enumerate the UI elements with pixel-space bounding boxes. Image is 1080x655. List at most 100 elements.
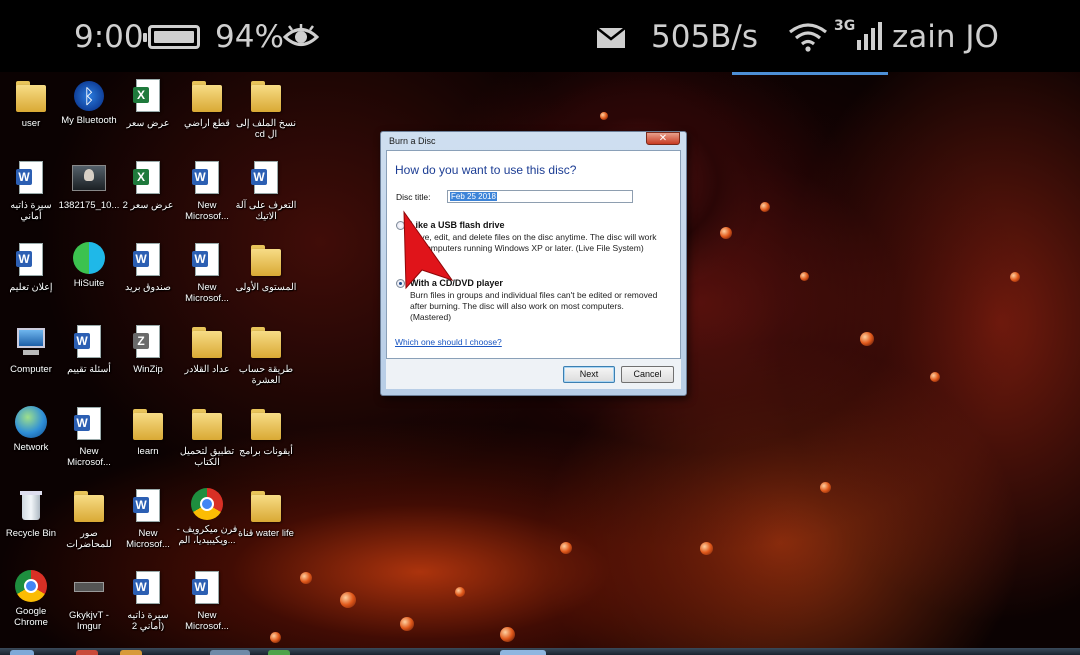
- desktop-icon-first-level[interactable]: المستوى الأولى: [235, 242, 297, 293]
- desktop-icon-water-life[interactable]: قناة water life: [235, 488, 297, 539]
- cd-option-description: Burn files in groups and individual file…: [410, 290, 658, 322]
- water-drop: [600, 112, 608, 120]
- folder-icon: [248, 488, 284, 524]
- desktop-icon-computer[interactable]: Computer: [0, 324, 62, 375]
- desktop-icon-lecture-photos[interactable]: صور للمحاضرات: [58, 488, 120, 550]
- winzip-icon: [130, 324, 166, 360]
- water-drop: [300, 572, 312, 584]
- desktop-icon-recycle-bin[interactable]: Recycle Bin: [0, 488, 62, 539]
- folder-icon: [189, 324, 225, 360]
- desktop-icon-envelope-counter[interactable]: عداد القلادر: [176, 324, 238, 375]
- desktop-icon-imgur[interactable]: GkykjvT - Imgur: [58, 570, 120, 632]
- water-drop: [800, 272, 809, 281]
- desktop-icon-hisuite[interactable]: HiSuite: [58, 242, 120, 289]
- dialog-footer: Next Cancel: [386, 359, 681, 389]
- desktop-icon-mailbox[interactable]: صندوق بريد: [117, 242, 179, 293]
- close-button[interactable]: ✕: [646, 132, 680, 145]
- water-drop: [560, 542, 572, 554]
- wifi-icon: [789, 23, 827, 52]
- taskbar-app[interactable]: [268, 650, 290, 655]
- dialog-heading: How do you want to use this disc?: [395, 163, 577, 177]
- taskbar-app[interactable]: [210, 650, 250, 655]
- word-doc-icon: [130, 570, 166, 606]
- mail-icon: [596, 27, 626, 48]
- desktop-icon-program-icons[interactable]: أيقونات برامج: [235, 406, 297, 457]
- folder-icon: [248, 324, 284, 360]
- folder-icon: [13, 78, 49, 114]
- eye-icon: [283, 24, 319, 46]
- hisuite-icon: [73, 242, 105, 274]
- desktop-icon-evaluation-questions[interactable]: أسئلة تقييم: [58, 324, 120, 375]
- battery-level: 94%: [215, 19, 284, 55]
- status-bar: 9:00 94% 505B/s 3G zain JO: [0, 0, 1080, 72]
- water-drop: [720, 227, 732, 239]
- desktop-icon-new-doc-1[interactable]: New Microsof...: [58, 406, 120, 468]
- computer-icon: [13, 324, 49, 360]
- start-button[interactable]: [10, 650, 34, 655]
- excel-icon: [130, 160, 166, 196]
- clock: 9:00: [74, 19, 144, 55]
- word-doc-icon: [13, 160, 49, 196]
- bluetooth-icon: [74, 81, 104, 111]
- desktop-icon-new-doc-2[interactable]: New Microsof...: [117, 488, 179, 550]
- desktop-icon-cv-amani-2[interactable]: سيرة ذاتيه (أماني 2: [117, 570, 179, 632]
- desktop-icon-price-quote-2[interactable]: عرض سعر 2: [117, 160, 179, 211]
- folder-icon: [130, 406, 166, 442]
- water-drop: [760, 202, 770, 212]
- disc-title-label: Disc title:: [396, 192, 431, 202]
- desktop-icon-my-bluetooth[interactable]: My Bluetooth: [58, 78, 120, 126]
- which-one-help-link[interactable]: Which one should I choose?: [395, 337, 502, 347]
- desktop-icon-user[interactable]: user: [0, 78, 62, 129]
- water-drop: [270, 632, 281, 643]
- folder-icon: [189, 406, 225, 442]
- desktop-icon-price-quote[interactable]: عرض سعر: [117, 78, 179, 129]
- taskbar-app[interactable]: [76, 650, 98, 655]
- desktop-icon-winzip[interactable]: WinZip: [117, 324, 179, 375]
- network-type: 3G: [834, 18, 856, 34]
- cancel-button[interactable]: Cancel: [621, 366, 674, 383]
- desktop-icon-google-chrome[interactable]: Google Chrome: [0, 570, 62, 628]
- water-drop: [455, 587, 465, 597]
- excel-icon: [130, 78, 166, 114]
- desktop-icon-photo-1382175[interactable]: 1382175_10...: [58, 160, 120, 211]
- carrier-name: zain JO: [892, 19, 999, 55]
- disc-title-input[interactable]: Feb 25 2018: [447, 190, 633, 203]
- word-doc-icon: [130, 488, 166, 524]
- desktop-icon-teaching-ad[interactable]: إعلان تعليم: [0, 242, 62, 293]
- close-icon: ✕: [658, 133, 668, 144]
- photo-icon: [71, 160, 107, 196]
- window-edge: [732, 72, 888, 75]
- desktop-icon-cv-amani[interactable]: سيرة ذاتيه أماني: [0, 160, 62, 222]
- water-drop: [860, 332, 874, 346]
- word-doc-icon: [189, 242, 225, 278]
- desktop-icon-new-doc-5[interactable]: New Microsof...: [176, 570, 238, 632]
- word-doc-icon: [13, 242, 49, 278]
- battery-icon: [143, 25, 200, 49]
- folder-icon: [248, 406, 284, 442]
- word-doc-icon: [71, 324, 107, 360]
- water-drop: [340, 592, 356, 608]
- desktop-icon-new-doc-3[interactable]: New Microsof...: [176, 160, 238, 222]
- folder-icon: [71, 488, 107, 524]
- desktop-icon-land-plots[interactable]: قطع اراضي: [176, 78, 238, 129]
- desktop-icon-network[interactable]: Network: [0, 406, 62, 453]
- desktop-icon-typewriter-intro[interactable]: التعرف على آلة الاتيك: [235, 160, 297, 222]
- desktop-icon-learn[interactable]: learn: [117, 406, 179, 457]
- desktop-icon-calc-method[interactable]: طريقة حساب العشرة: [235, 324, 297, 386]
- image-file-icon: [71, 570, 107, 606]
- taskbar-app[interactable]: [500, 650, 546, 655]
- word-doc-icon: [130, 242, 166, 278]
- chrome-icon: [191, 488, 223, 520]
- folder-icon: [189, 78, 225, 114]
- folder-icon: [248, 78, 284, 114]
- water-drop: [1010, 272, 1020, 282]
- desktop-icon-new-doc-4[interactable]: New Microsof...: [176, 242, 238, 304]
- desktop-icon-microwave-wikipedia[interactable]: فرن ميكرويف - ويكيبيديا، الم...: [176, 488, 238, 546]
- desktop-icon-copy-to-cd[interactable]: نسخ الملف إلى cd ال: [235, 78, 297, 140]
- signal-icon: [857, 22, 882, 50]
- word-doc-icon: [71, 406, 107, 442]
- recycle-bin-icon: [13, 488, 49, 524]
- next-button[interactable]: Next: [563, 366, 615, 383]
- taskbar-app[interactable]: [120, 650, 142, 655]
- desktop-icon-book-download-app[interactable]: تطبيق لتحميل الكتاب: [176, 406, 238, 468]
